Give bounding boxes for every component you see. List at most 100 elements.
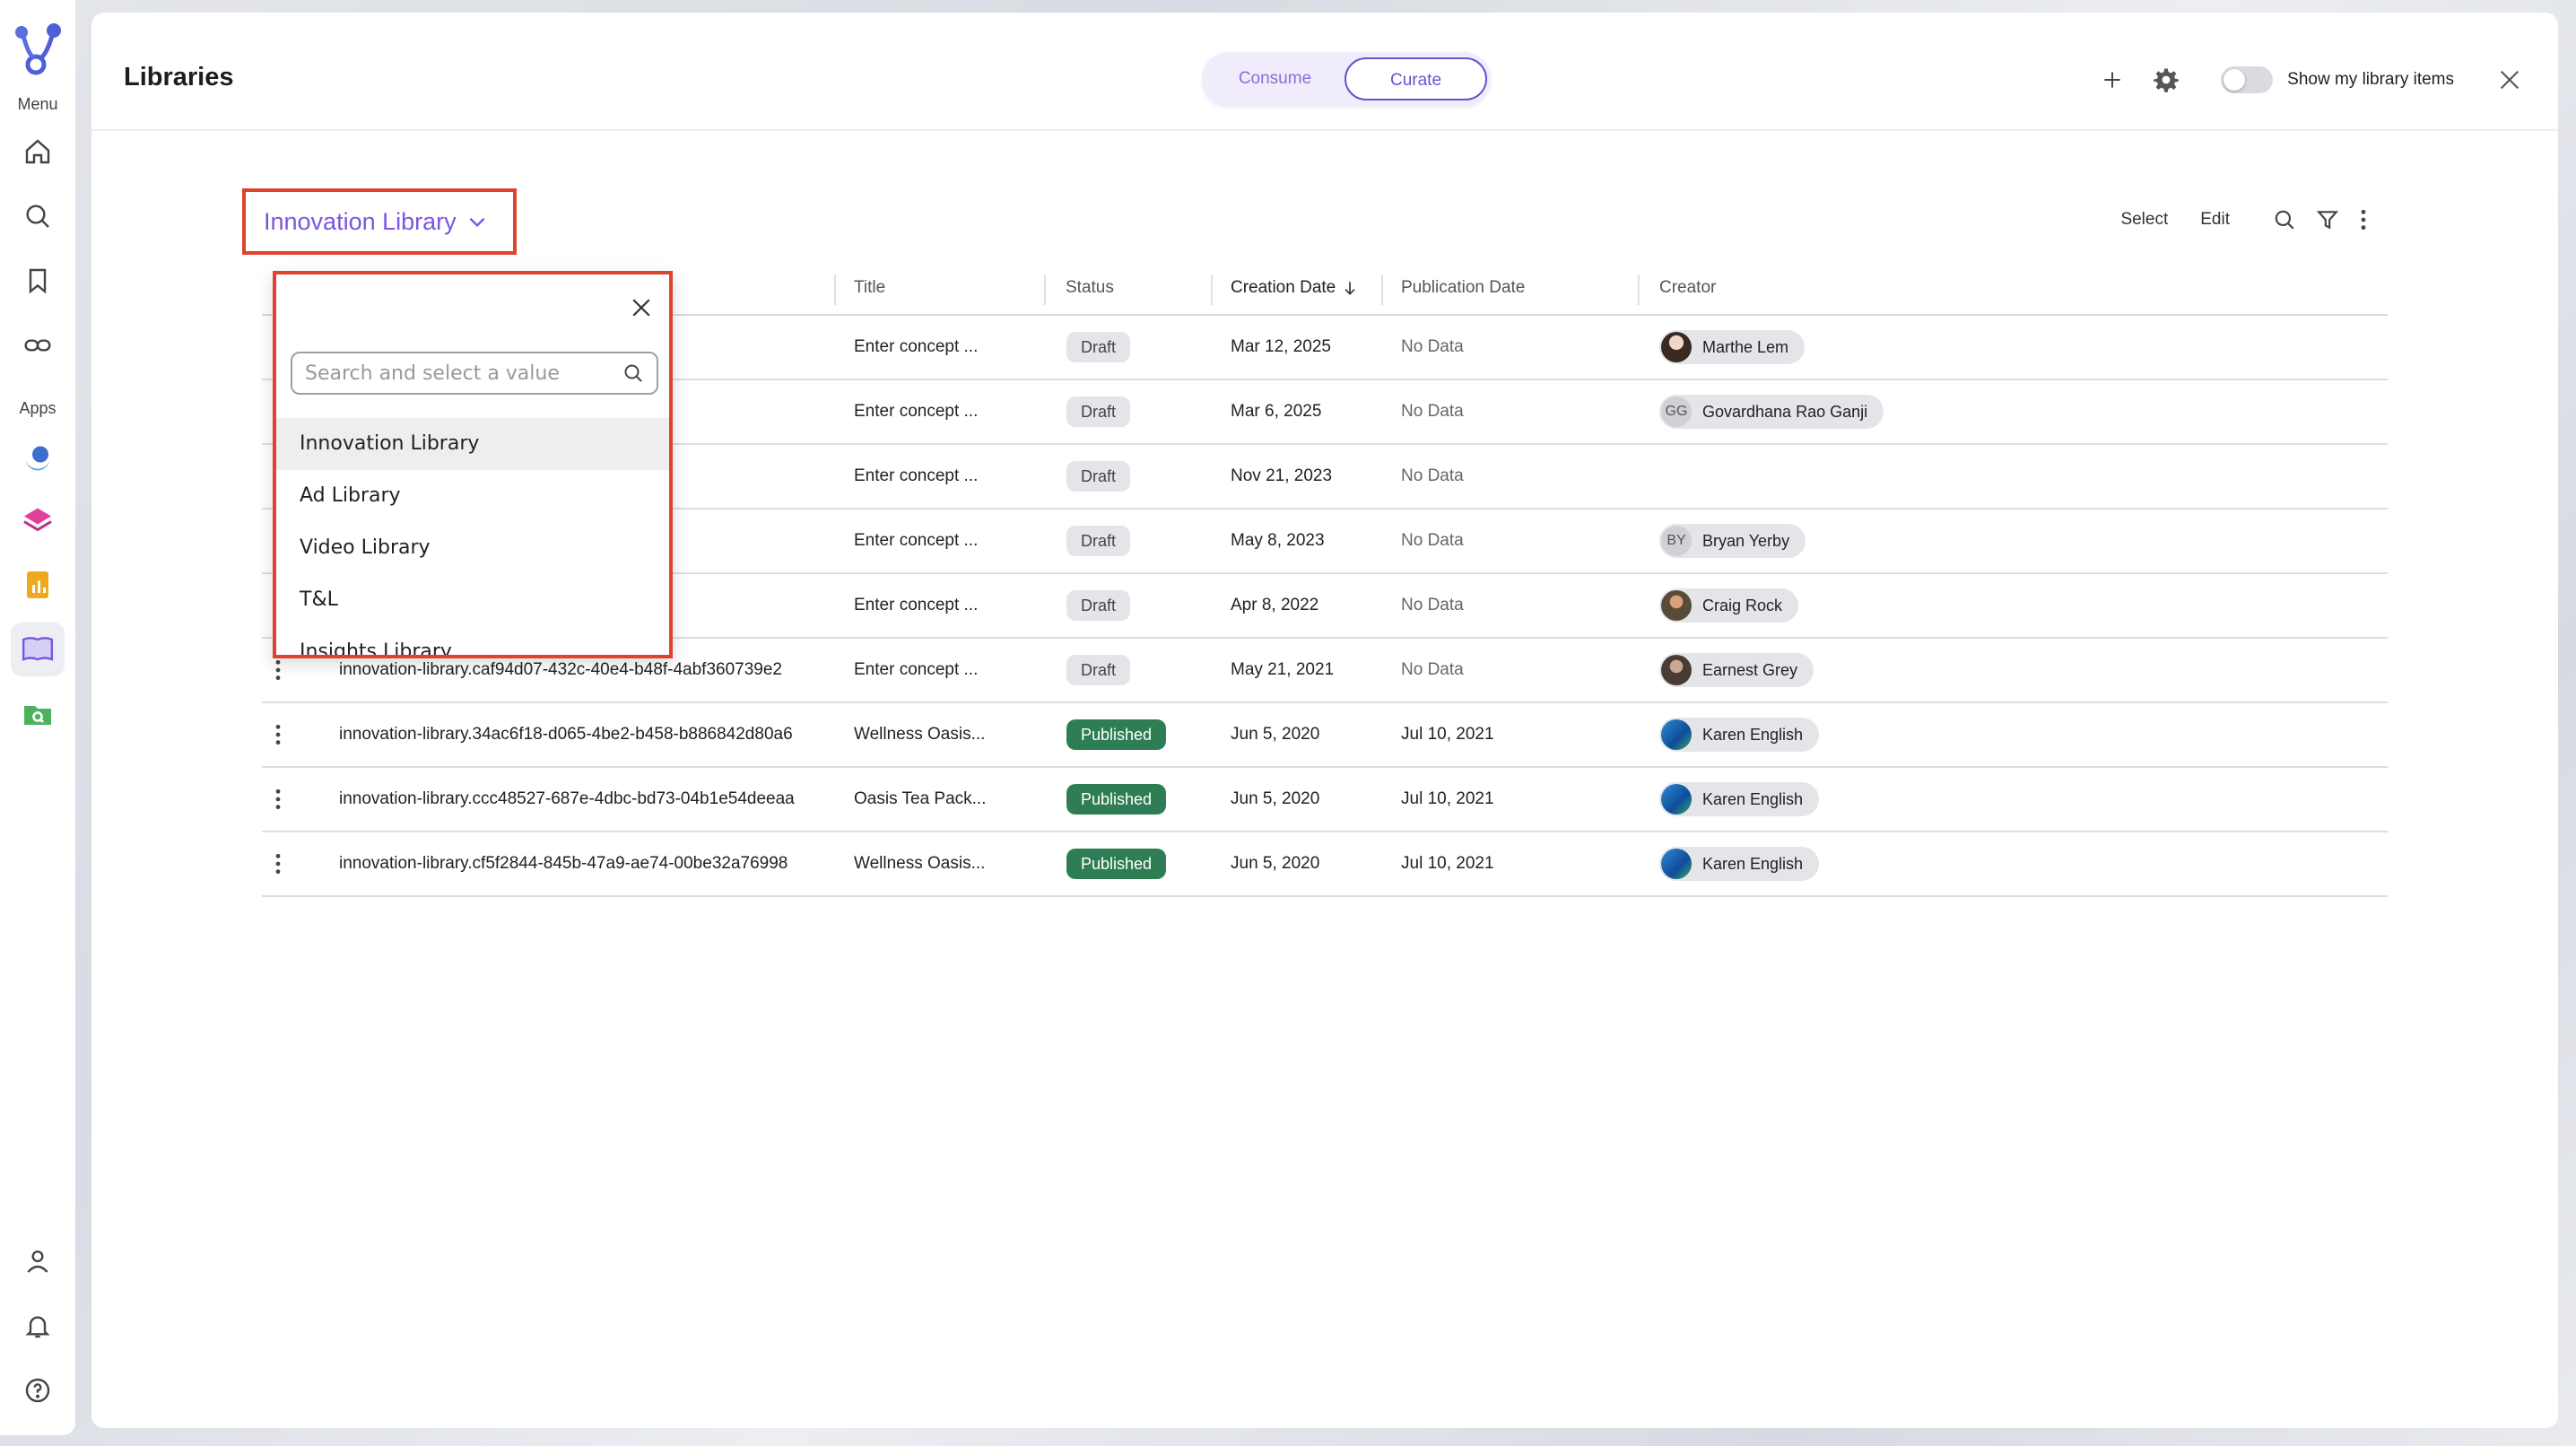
column-status[interactable]: Status [1066,278,1114,298]
row-publication-date: No Data [1401,531,1464,550]
show-my-items-label: Show my library items [2287,70,2454,89]
creator-name: Karen English [1702,725,1804,744]
row-publication-date: Jul 10, 2021 [1401,725,1494,744]
dropdown-options: Innovation Library Ad Library Video Libr… [276,418,669,655]
user-icon[interactable] [11,1234,65,1288]
menu-label: Menu [17,95,58,113]
status-badge: Draft [1066,396,1131,427]
close-icon[interactable] [628,294,655,326]
row-title[interactable]: Enter concept ... [854,596,978,615]
dropdown-search [291,352,658,395]
gear-icon[interactable] [2153,66,2180,93]
row-publication-date: No Data [1401,402,1464,421]
column-publication-date[interactable]: Publication Date [1401,278,1525,298]
row-title[interactable]: Enter concept ... [854,660,978,680]
table-row[interactable]: innovation-library.ccc48527-687e-4dbc-bd… [262,768,2388,832]
status-badge: Published [1066,849,1167,879]
creator-chip[interactable]: Karen English [1659,718,1820,752]
row-id[interactable]: innovation-library.cf5f2844-845b-47a9-ae… [339,854,788,874]
row-title[interactable]: Enter concept ... [854,402,978,422]
row-id[interactable]: innovation-library.ccc48527-687e-4dbc-bd… [339,789,795,809]
status-badge: Draft [1066,655,1131,685]
row-creation-date: Jun 5, 2020 [1231,725,1320,744]
column-separator [1044,274,1046,305]
add-icon[interactable] [2101,68,2124,91]
show-my-items-toggle[interactable] [2221,66,2274,93]
row-id[interactable]: innovation-library.34ac6f18-d065-4be2-b4… [339,725,793,745]
app-layers-icon[interactable] [11,493,65,547]
table-row[interactable]: innovation-library.cf5f2844-845b-47a9-ae… [262,832,2388,897]
table-toolbar: Select Edit [2088,208,2368,231]
table-search-icon[interactable] [2273,208,2296,231]
row-title[interactable]: Oasis Tea Pack... [854,789,987,809]
left-rail: Menu Apps [0,0,75,1435]
row-creation-date: Nov 21, 2023 [1231,466,1333,485]
row-title[interactable]: Enter concept ... [854,466,978,486]
column-creator[interactable]: Creator [1659,278,1716,298]
option-tl[interactable]: T&L [276,574,669,626]
app-moon-icon[interactable] [11,429,65,483]
option-ad-library[interactable]: Ad Library [276,470,669,522]
creator-chip[interactable]: GG Govardhana Rao Ganji [1659,395,1884,429]
row-publication-date: No Data [1401,337,1464,356]
row-creation-date: May 8, 2023 [1231,531,1325,550]
library-selector-label: Innovation Library [264,207,457,235]
avatar: BY [1661,526,1692,556]
avatar [1661,655,1692,685]
chevron-down-icon [469,217,485,228]
link-icon[interactable] [11,318,65,372]
curate-tab[interactable]: Curate [1345,57,1487,100]
option-innovation-library[interactable]: Innovation Library [276,418,669,470]
creator-chip[interactable]: Earnest Grey [1659,653,1815,687]
option-video-library[interactable]: Video Library [276,522,669,574]
select-button[interactable]: Select [2120,210,2168,230]
row-title[interactable]: Enter concept ... [854,531,978,551]
bookmark-icon[interactable] [11,254,65,308]
table-row[interactable]: innovation-library.34ac6f18-d065-4be2-b4… [262,703,2388,768]
row-title[interactable]: Enter concept ... [854,337,978,357]
sort-down-icon [1345,282,1355,295]
creator-chip[interactable]: BY Bryan Yerby [1659,524,1806,558]
more-options-icon[interactable] [2359,208,2368,231]
column-title[interactable]: Title [854,278,885,298]
home-icon[interactable] [11,125,65,179]
app-report-icon[interactable] [11,558,65,612]
mode-toggle: Consume Curate [1202,52,1491,106]
creator-chip[interactable]: Craig Rock [1659,588,1799,623]
row-publication-date: Jul 10, 2021 [1401,789,1494,808]
row-publication-date: No Data [1401,466,1464,485]
row-creation-date: Jun 5, 2020 [1231,854,1320,873]
app-logo-icon[interactable] [9,20,66,77]
row-id[interactable]: innovation-library.caf94d07-432c-40e4-b4… [339,660,782,680]
creator-chip[interactable]: Marthe Lem [1659,330,1806,364]
option-insights-library[interactable]: Insights Library [276,626,669,655]
filter-icon[interactable] [2316,208,2339,231]
status-badge: Draft [1066,526,1131,556]
row-creation-date: May 21, 2021 [1231,660,1335,679]
row-menu-icon[interactable] [274,723,282,752]
help-icon[interactable] [11,1363,65,1417]
creator-chip[interactable]: Karen English [1659,782,1820,816]
row-title[interactable]: Wellness Oasis... [854,725,985,745]
consume-tab[interactable]: Consume [1205,57,1345,100]
avatar [1661,332,1692,362]
library-selector[interactable]: Innovation Library [242,188,517,255]
edit-button[interactable]: Edit [2200,210,2230,230]
creator-name: Craig Rock [1702,596,1783,614]
close-icon[interactable] [2497,67,2522,92]
row-menu-icon[interactable] [274,658,282,687]
avatar [1661,849,1692,879]
bell-icon[interactable] [11,1299,65,1353]
column-separator [834,274,836,305]
app-folder-search-icon[interactable] [11,687,65,741]
row-title[interactable]: Wellness Oasis... [854,854,985,874]
creator-chip[interactable]: Karen English [1659,847,1820,881]
search-icon[interactable] [11,189,65,243]
column-creation-date[interactable]: Creation Date [1231,278,1359,298]
row-menu-icon[interactable] [274,852,282,881]
row-creation-date: Apr 8, 2022 [1231,596,1319,614]
row-menu-icon[interactable] [274,788,282,816]
avatar [1661,590,1692,621]
search-input[interactable] [305,362,622,385]
app-library-icon[interactable] [11,623,65,676]
